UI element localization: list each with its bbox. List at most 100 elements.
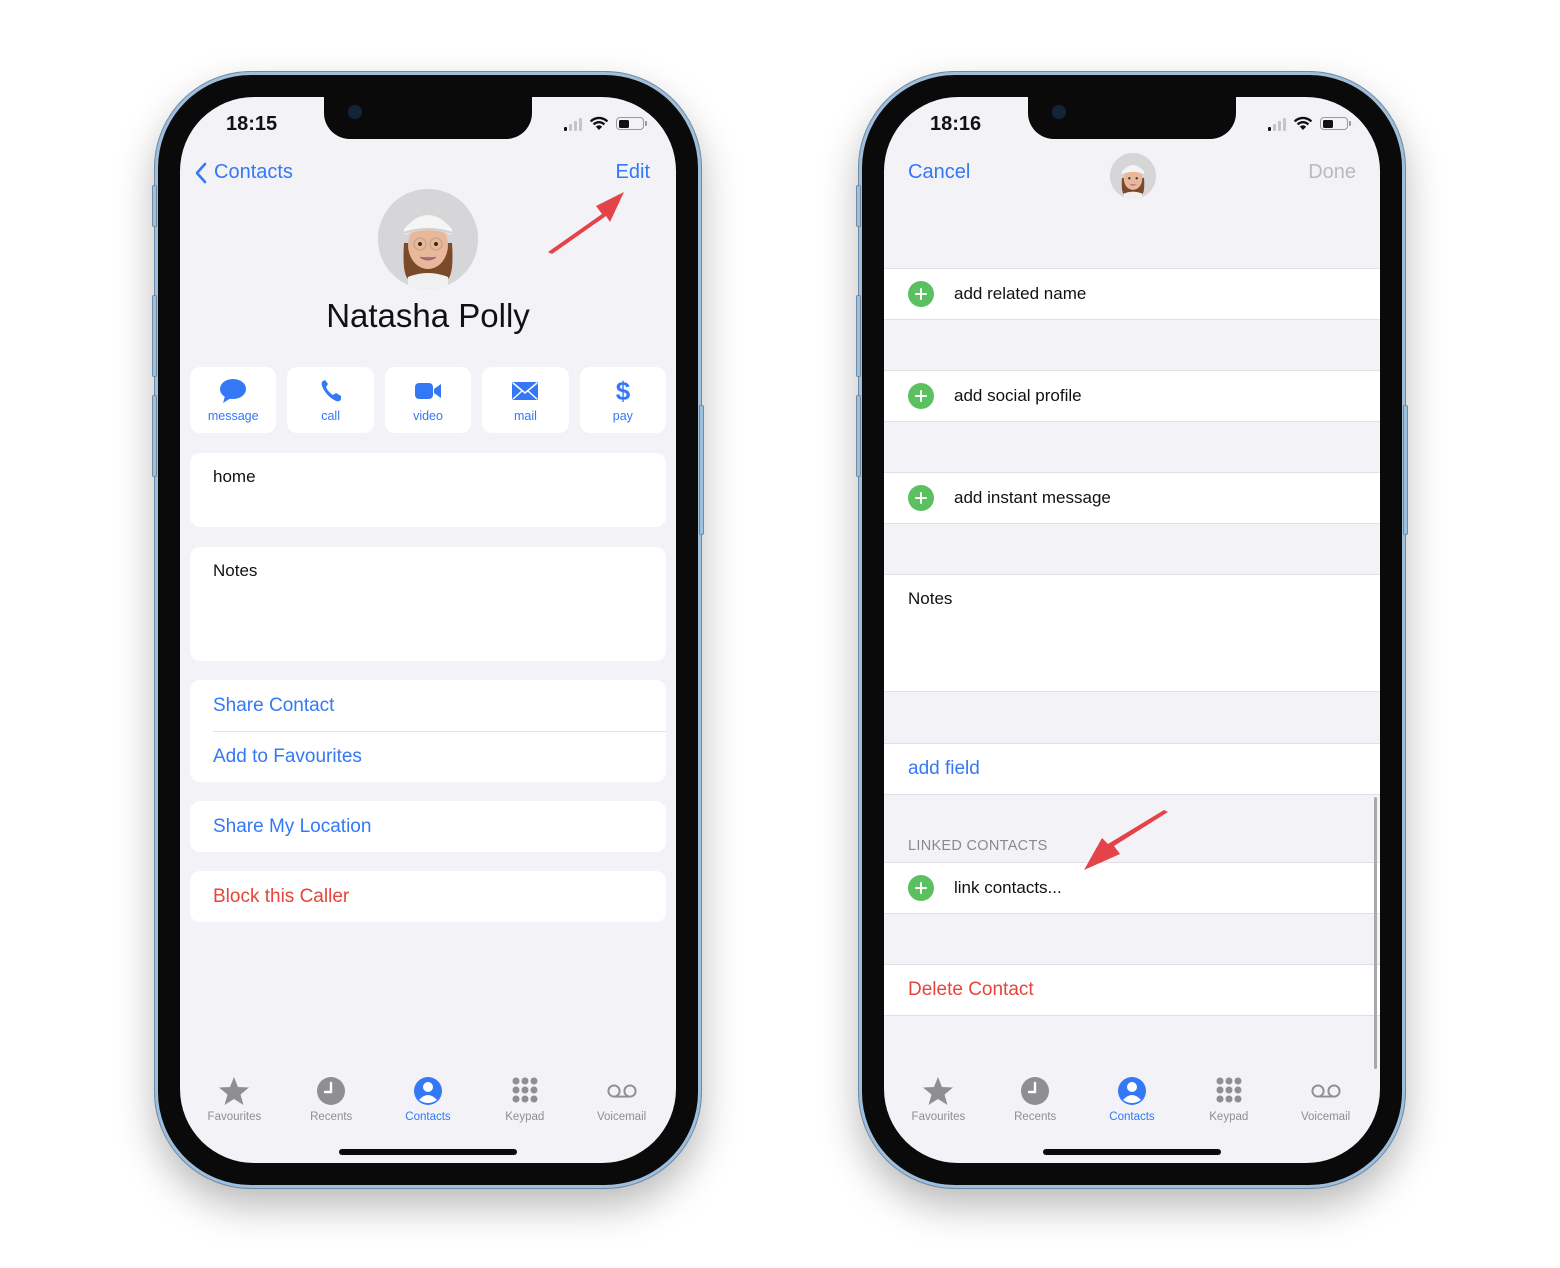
share-my-location-button[interactable]: Share My Location (190, 801, 666, 852)
tab-contacts[interactable]: Contacts (1084, 1075, 1180, 1123)
done-button[interactable]: Done (1308, 161, 1356, 184)
tab-label: Contacts (1109, 1111, 1155, 1123)
pay-button[interactable]: $ pay (579, 367, 667, 433)
voicemail-icon (1311, 1084, 1341, 1098)
tab-label: Keypad (1209, 1111, 1249, 1123)
notes-label: Notes (213, 561, 258, 580)
video-camera-icon (415, 382, 442, 399)
volume-down-button (856, 395, 861, 477)
edit-button[interactable]: Edit (616, 161, 650, 184)
star-icon (219, 1077, 250, 1105)
voicemail-icon (607, 1084, 637, 1098)
scrollbar[interactable] (1374, 797, 1377, 1069)
message-button[interactable]: message (190, 367, 277, 433)
notes-label: Notes (908, 589, 953, 608)
person-circle-icon (413, 1077, 442, 1105)
volume-down-button (152, 395, 157, 477)
add-field-button[interactable]: add field (884, 744, 1380, 794)
contact-name: Natasha Polly (326, 297, 530, 334)
video-button[interactable]: video (384, 367, 472, 433)
contact-avatar-small[interactable] (1110, 153, 1156, 199)
delete-section: Delete Contact (884, 964, 1380, 1016)
notes-section[interactable]: Notes (884, 574, 1380, 692)
block-card: Block this Caller (190, 871, 666, 922)
back-label: Contacts (214, 161, 293, 183)
power-button (1403, 405, 1408, 535)
notes-card[interactable]: Notes (190, 547, 666, 661)
cellular-signal-icon (564, 117, 582, 131)
message-label: message (207, 408, 259, 423)
phone-icon (321, 379, 341, 401)
tab-label: Favourites (207, 1111, 262, 1123)
tab-label: Favourites (911, 1111, 966, 1123)
home-field-card[interactable]: home (190, 453, 666, 527)
cancel-button[interactable]: Cancel (908, 161, 970, 184)
add-social-profile-button[interactable]: add social profile (884, 371, 1380, 421)
related-name-section: add related name (884, 268, 1380, 320)
clock-icon (317, 1077, 346, 1105)
home-label: home (213, 467, 256, 486)
home-indicator[interactable] (1043, 1149, 1221, 1155)
battery-icon (1320, 117, 1351, 130)
add-to-favourites-button[interactable]: Add to Favourites (190, 731, 666, 782)
tab-voicemail[interactable]: Voicemail (574, 1075, 670, 1123)
dollar-icon: $ (616, 378, 631, 404)
notch (1028, 97, 1236, 139)
home-indicator[interactable] (339, 1149, 517, 1155)
block-caller-button[interactable]: Block this Caller (190, 871, 666, 922)
tab-label: Recents (1014, 1111, 1057, 1123)
edit-contact-screen: 18:16 Cancel Done add related name add s… (884, 97, 1380, 1163)
status-icons (1268, 116, 1351, 131)
battery-icon (616, 117, 647, 130)
tab-label: Voicemail (596, 1111, 647, 1123)
message-bubble-icon (220, 378, 247, 403)
silent-switch (856, 185, 861, 227)
annotation-arrow-edit (548, 192, 624, 254)
wifi-icon (1293, 116, 1313, 130)
keypad-icon (512, 1077, 538, 1103)
tab-keypad[interactable]: Keypad (1181, 1075, 1277, 1123)
front-camera (348, 105, 362, 119)
cellular-signal-icon (1268, 117, 1286, 131)
tab-label: Contacts (405, 1111, 451, 1123)
add-circle-icon (908, 281, 934, 307)
star-icon (923, 1077, 954, 1105)
quick-actions: message call video mail $ pay (190, 367, 667, 433)
social-profile-section: add social profile (884, 370, 1380, 422)
tab-favourites[interactable]: Favourites (890, 1075, 986, 1123)
call-button[interactable]: call (287, 367, 374, 433)
add-circle-icon (908, 383, 934, 409)
status-time: 18:15 (226, 113, 278, 135)
add-instant-message-label: add instant message (954, 488, 1111, 507)
tab-recents[interactable]: Recents (987, 1075, 1083, 1123)
add-social-profile-label: add social profile (954, 386, 1082, 405)
mail-button[interactable]: mail (482, 367, 569, 433)
back-to-contacts-button[interactable]: Contacts (194, 161, 293, 184)
add-related-name-label: add related name (954, 284, 1087, 303)
add-field-section: add field (884, 743, 1380, 795)
memoji-avatar (378, 189, 478, 289)
add-circle-icon (908, 485, 934, 511)
tab-bar: Favourites Recents Contacts Keypad Voice… (180, 1075, 676, 1123)
tab-keypad[interactable]: Keypad (477, 1075, 573, 1123)
share-contact-button[interactable]: Share Contact (190, 680, 666, 731)
memoji-avatar (1110, 153, 1156, 199)
volume-up-button (856, 295, 861, 377)
silent-switch (152, 185, 157, 227)
status-time: 18:16 (930, 113, 982, 135)
contact-actions-card: Share Contact Add to Favourites (190, 680, 666, 782)
add-related-name-button[interactable]: add related name (884, 269, 1380, 319)
tab-voicemail[interactable]: Voicemail (1278, 1075, 1374, 1123)
power-button (699, 405, 704, 535)
add-instant-message-button[interactable]: add instant message (884, 473, 1380, 523)
delete-contact-button[interactable]: Delete Contact (884, 965, 1380, 1015)
volume-up-button (152, 295, 157, 377)
location-card: Share My Location (190, 801, 666, 852)
contact-avatar (378, 189, 478, 289)
tab-recents[interactable]: Recents (283, 1075, 379, 1123)
annotation-arrow-link-contacts (1084, 810, 1168, 870)
tab-favourites[interactable]: Favourites (186, 1075, 282, 1123)
svg-text:$: $ (616, 378, 631, 404)
tab-contacts[interactable]: Contacts (380, 1075, 476, 1123)
tab-label: Keypad (505, 1111, 545, 1123)
